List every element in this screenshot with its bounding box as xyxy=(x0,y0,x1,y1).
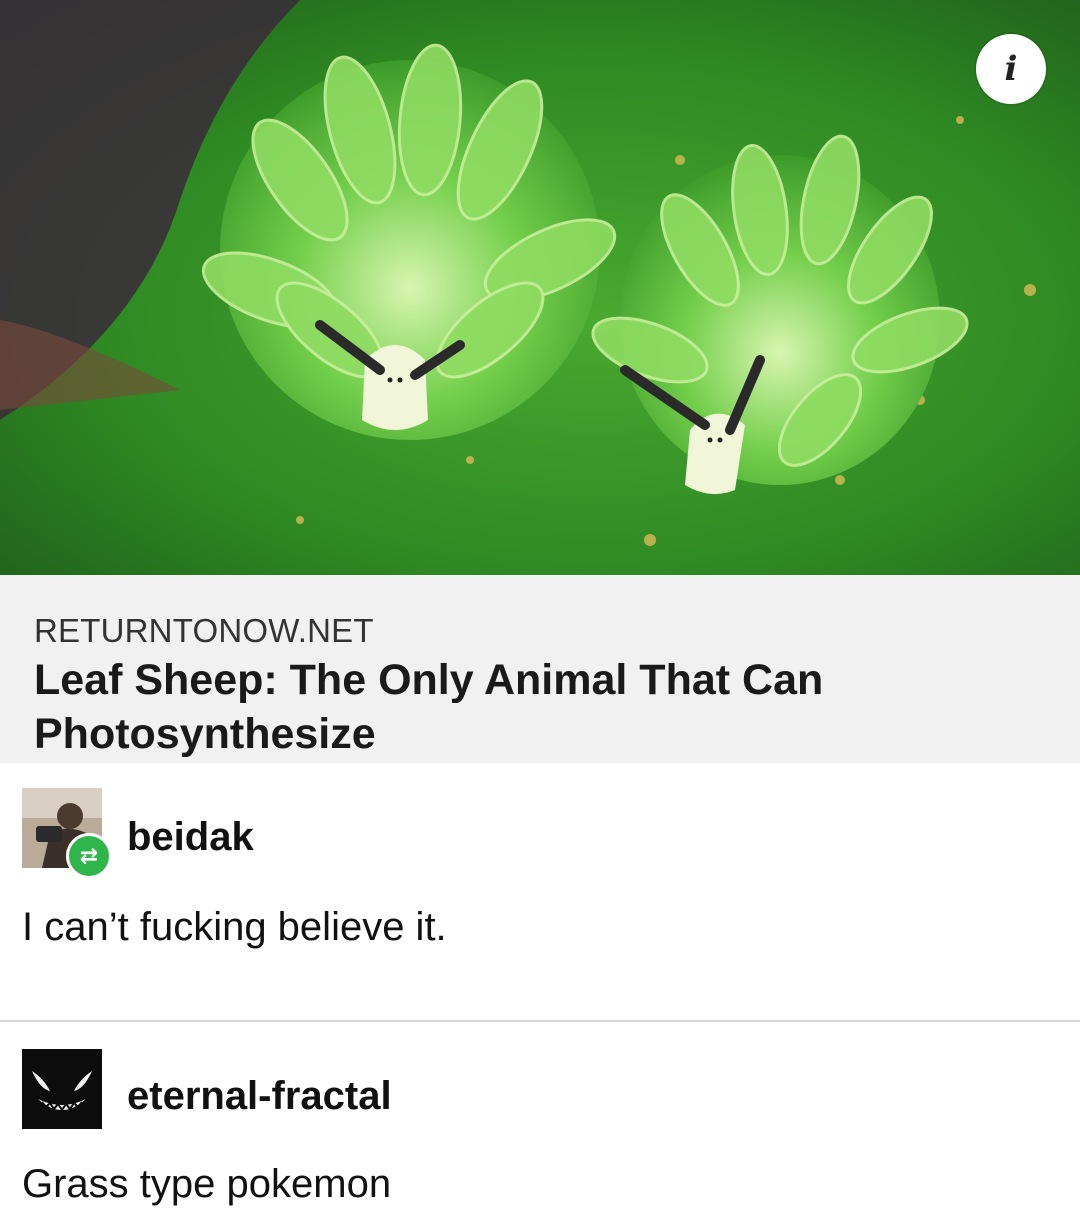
reblog-post: ⇄ beidak I can’t fucking believe it. xyxy=(0,763,1080,1020)
username[interactable]: eternal-fractal xyxy=(127,1074,392,1119)
info-icon[interactable]: i xyxy=(976,34,1046,104)
link-card[interactable]: RETURNTONOW.NET Leaf Sheep: The Only Ani… xyxy=(0,575,1080,763)
leaf-sheep-photo xyxy=(0,0,1080,575)
reblog-icon: ⇄ xyxy=(66,833,112,879)
link-source: RETURNTONOW.NET xyxy=(34,612,374,649)
post-image[interactable]: i xyxy=(0,0,1080,575)
post-text: Grass type pokemon xyxy=(22,1162,392,1206)
reblog-post: eternal-fractal Grass type pokemon xyxy=(0,1022,1080,1211)
avatar[interactable] xyxy=(22,1049,102,1129)
link-title[interactable]: Leaf Sheep: The Only Animal That Can Pho… xyxy=(34,653,914,761)
post-text: I can’t fucking believe it. xyxy=(22,905,447,949)
username[interactable]: beidak xyxy=(127,815,254,860)
